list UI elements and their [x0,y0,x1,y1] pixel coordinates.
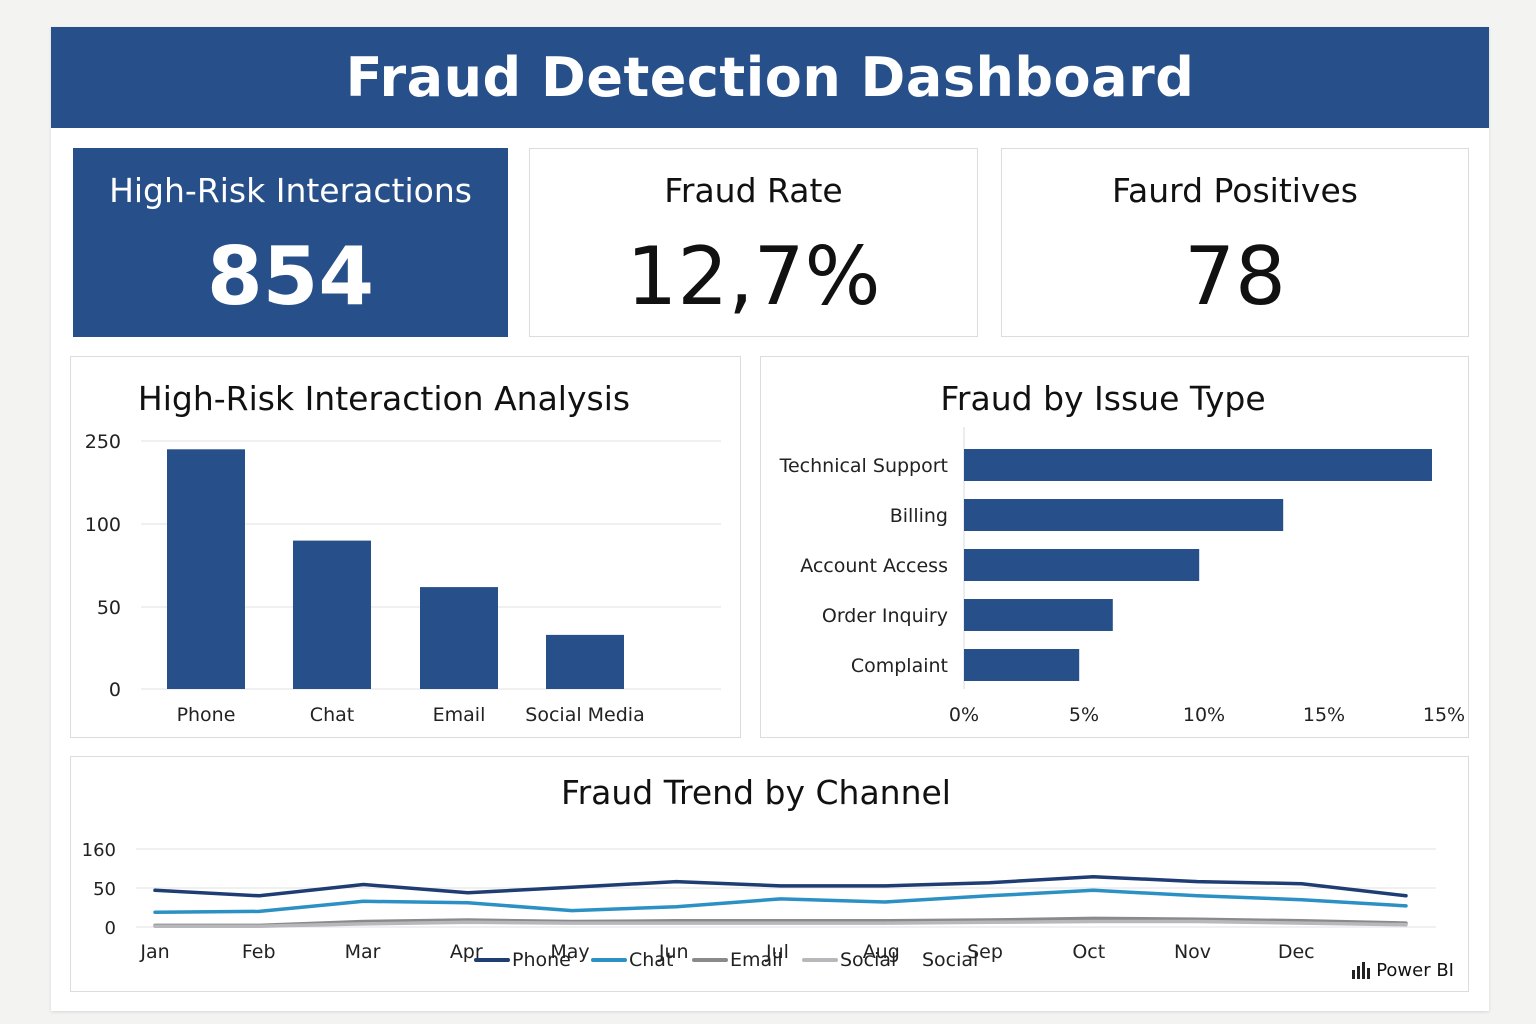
x-tick-label: 5% [1069,704,1099,726]
legend-label: Phone [512,949,571,971]
kpi-card-positives[interactable]: Faurd Positives 78 [1001,148,1469,337]
y-tick-label: 250 [85,431,121,453]
x-tick-label: Dec [1278,941,1315,963]
power-bi-branding: Power BI [1350,959,1454,981]
bar-billing [964,499,1284,531]
bar-technical-support [964,449,1432,481]
bar-complaint [964,649,1080,681]
x-tick-label: 10% [1183,704,1225,726]
dashboard-header: Fraud Detection Dashboard [51,27,1489,128]
kpi-label: Fraud Rate [664,171,843,210]
y-tick-label: 50 [93,879,116,900]
line-phone [153,874,1408,898]
kpi-value: 12,7% [626,230,881,323]
legend-label: Social [922,949,978,971]
channel-bar-chart: 0 50 100 250 Phone Chat Email Social Media [85,431,721,726]
x-tick-label: 0% [949,704,979,726]
chart-card-channel: High-Risk Interaction Analysis 0 50 100 250… [70,356,741,738]
x-tick-label: Social Media [525,704,644,726]
y-tick-label: Technical Support [779,455,948,477]
chart-card-issue: Fraud by Issue Type Technical Support Bil… [760,356,1469,738]
x-tick-label: Oct [1072,941,1105,963]
bar-account-access [964,549,1200,581]
bar-social-media [546,634,624,689]
x-tick-label: Chat [310,704,354,726]
page-title: Fraud Detection Dashboard [345,46,1195,109]
y-tick-label: 50 [97,597,121,619]
x-tick-label: Phone [177,704,236,726]
x-tick-label: Mar [345,941,381,963]
kpi-card-fraud-rate[interactable]: Fraud Rate 12,7% [529,148,978,337]
x-tick-label: Nov [1174,941,1211,963]
x-tick-label: 15% [1423,704,1465,726]
y-tick-label: 0 [109,679,121,701]
bar-chat [293,540,371,689]
trend-line-chart: 050160Jan Feb Mar Apr May Jun Jul Aug Sep Oct Nov D… [82,840,1436,971]
x-tick-label: 15% [1303,704,1345,726]
line-chat [153,888,1408,914]
dashboard-frame: Fraud Detection Dashboard High-Risk Inte… [51,27,1489,1011]
bar-email [420,587,498,689]
kpi-label: High-Risk Interactions [109,171,472,210]
x-tick-label: Jan [139,941,169,963]
issue-bar-chart: Technical Support Billing Account Access Or… [779,427,1465,726]
y-tick-label: 160 [82,840,116,861]
x-tick-label: Feb [242,941,276,963]
y-tick-label: 100 [85,514,121,536]
y-tick-label: Complaint [851,655,948,677]
bar-order-inquiry [964,599,1113,631]
kpi-label: Faurd Positives [1112,171,1358,210]
y-tick-label: 0 [105,918,116,939]
kpi-value: 854 [207,230,374,323]
chart-card-trend: Fraud Trend by Channel 0 50 160 Jan Feb Mar Ap… [70,756,1469,992]
legend-label: Email [730,949,783,971]
kpi-card-high-risk[interactable]: High-Risk Interactions 854 [73,148,508,337]
kpi-value: 78 [1184,230,1286,323]
x-tick-label: Email [433,704,486,726]
bar-phone [167,449,245,689]
legend-label: Social [840,949,896,971]
y-tick-label: Order Inquiry [822,605,948,627]
power-bi-label: Power BI [1376,959,1454,981]
y-tick-label: Billing [890,505,948,527]
y-tick-label: Account Access [800,555,948,577]
legend-label: Chat [629,949,673,971]
power-bi-icon [1352,962,1371,979]
